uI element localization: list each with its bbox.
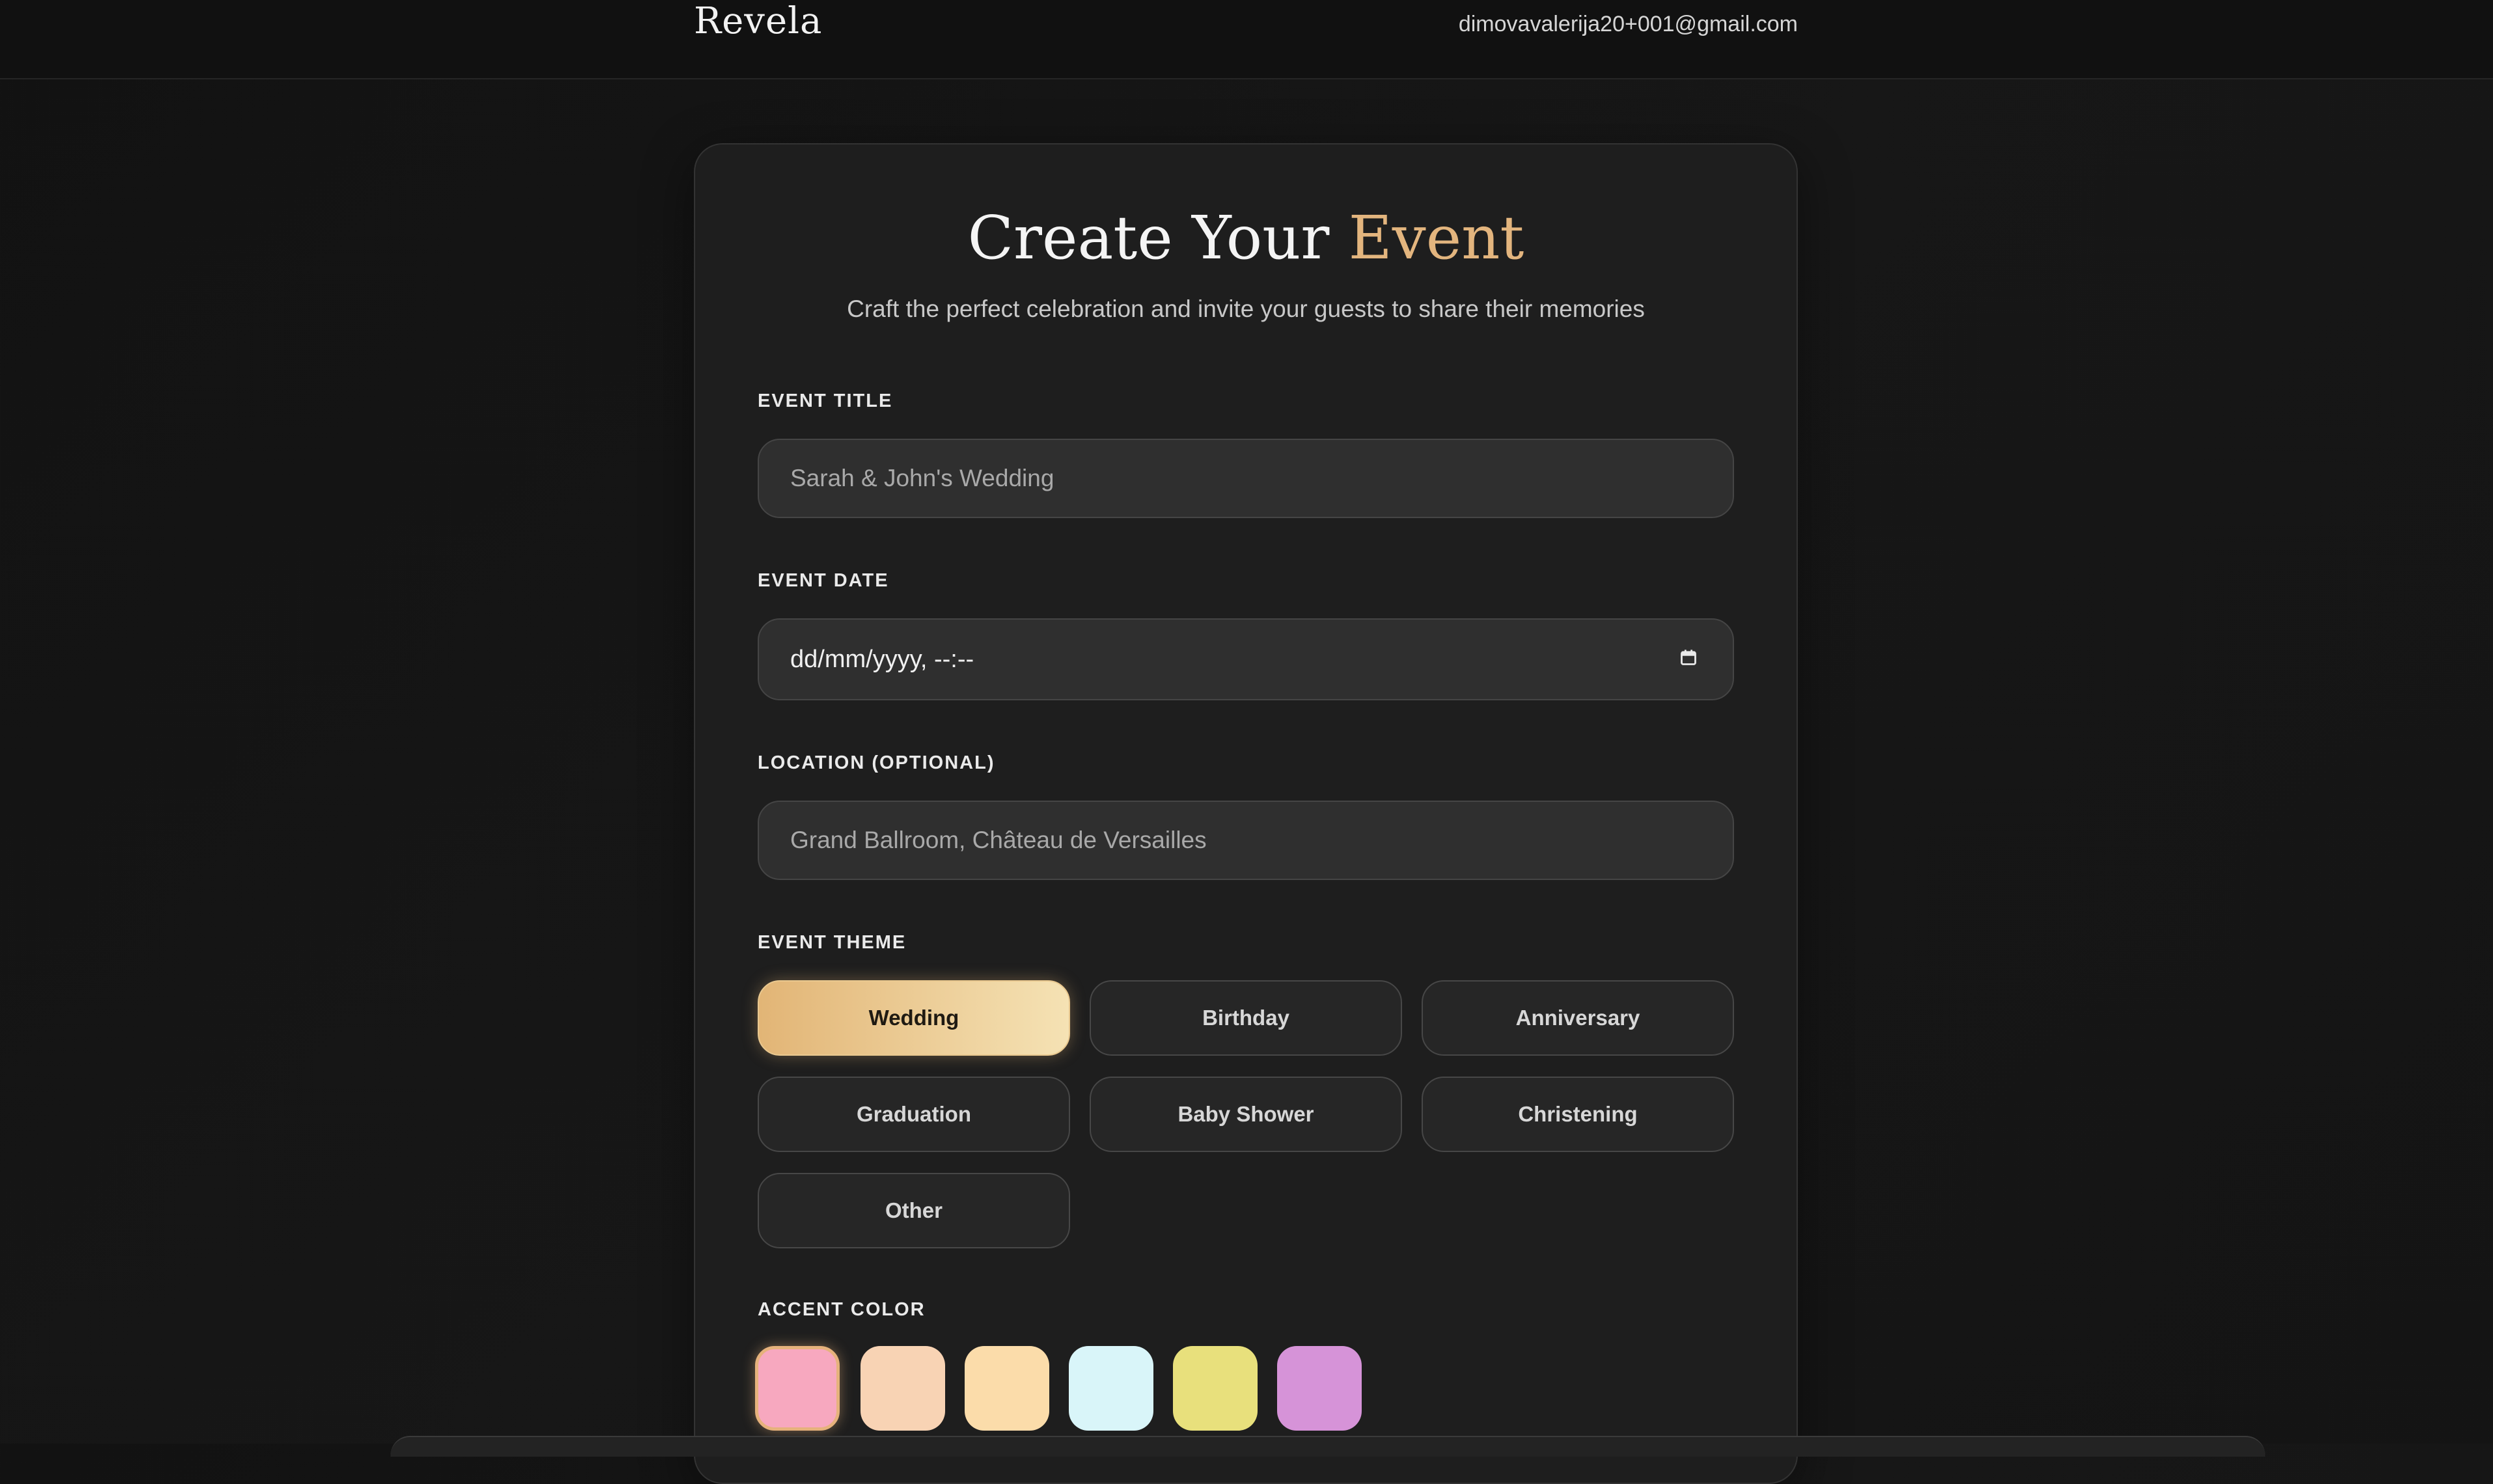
create-event-card: Create Your Event Craft the perfect cele… <box>694 143 1798 1484</box>
theme-option-graduation[interactable]: Graduation <box>758 1077 1070 1152</box>
accent-swatch-yellow[interactable] <box>1173 1346 1258 1431</box>
location-input[interactable] <box>758 801 1734 880</box>
theme-option-christening[interactable]: Christening <box>1422 1077 1734 1152</box>
accent-swatch-pink[interactable] <box>755 1346 840 1431</box>
event-title-label: EVENT TITLE <box>758 391 893 411</box>
location-label: LOCATION (OPTIONAL) <box>758 752 995 773</box>
theme-option-baby-shower[interactable]: Baby Shower <box>1090 1077 1402 1152</box>
accent-color-label: ACCENT COLOR <box>758 1299 926 1320</box>
event-title-input[interactable] <box>758 439 1734 518</box>
brand-logo[interactable]: Revela <box>694 0 822 42</box>
title-main: Create Your <box>967 203 1330 273</box>
user-email[interactable]: dimovavalerija20+001@gmail.com <box>1459 12 1798 37</box>
theme-option-wedding[interactable]: Wedding <box>758 980 1070 1056</box>
page-title: Create Your Event <box>695 203 1797 273</box>
top-bar: Revela dimovavalerija20+001@gmail.com <box>0 0 2493 79</box>
event-date-label: EVENT DATE <box>758 570 889 591</box>
event-date-value: dd/mm/yyyy, --:-- <box>790 646 974 673</box>
event-date-input[interactable]: dd/mm/yyyy, --:-- <box>758 618 1734 700</box>
accent-swatch-apricot[interactable] <box>965 1346 1049 1431</box>
title-accent: Event <box>1348 203 1524 273</box>
theme-option-birthday[interactable]: Birthday <box>1090 980 1402 1056</box>
theme-option-other[interactable]: Other <box>758 1173 1070 1248</box>
page-subtitle: Craft the perfect celebration and invite… <box>847 295 1645 322</box>
event-theme-label: EVENT THEME <box>758 932 907 953</box>
accent-swatch-ice-blue[interactable] <box>1069 1346 1153 1431</box>
calendar-icon[interactable] <box>1679 648 1698 666</box>
accent-swatch-lavender[interactable] <box>1277 1346 1362 1431</box>
bottom-panel-edge <box>391 1436 2265 1457</box>
accent-swatch-peach[interactable] <box>861 1346 945 1431</box>
theme-option-anniversary[interactable]: Anniversary <box>1422 980 1734 1056</box>
